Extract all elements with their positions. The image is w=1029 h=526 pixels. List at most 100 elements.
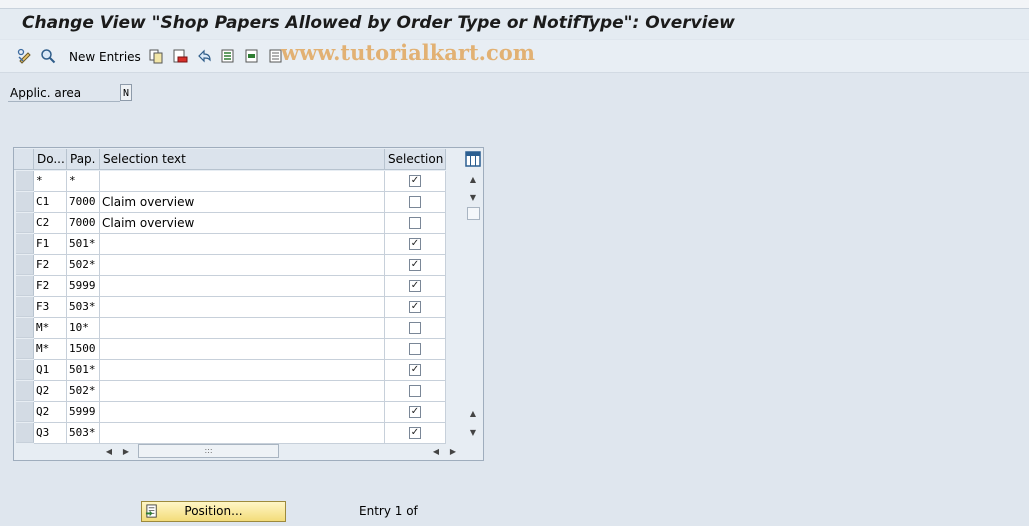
selection-checkbox[interactable]: ✓ (409, 280, 421, 292)
selection-checkbox[interactable] (409, 343, 421, 355)
scroll-left-icon[interactable]: ◀ (102, 444, 116, 458)
row-selector[interactable] (16, 423, 34, 443)
selection-cell: ✓ (385, 276, 446, 297)
selection-checkbox[interactable]: ✓ (409, 175, 421, 187)
scroll-down-icon[interactable]: ▼ (466, 190, 480, 204)
table-row: Q2 502* (14, 381, 446, 402)
doc-type-cell: M* (34, 318, 67, 339)
table-row: F2 5999 ✓ (14, 276, 446, 297)
watermark: www.tutorialkart.com (281, 40, 535, 65)
undo-icon[interactable] (196, 48, 212, 64)
selection-cell: ✓ (385, 234, 446, 255)
edit-display-icon[interactable] (17, 48, 33, 64)
scroll-right-icon[interactable]: ▶ (119, 444, 133, 458)
table-row: Q3 503* ✓ (14, 423, 446, 444)
selection-text-cell (100, 234, 385, 255)
selection-checkbox[interactable]: ✓ (409, 406, 421, 418)
selection-text-cell (100, 381, 385, 402)
selection-text-cell (100, 171, 385, 192)
selection-cell (385, 213, 446, 234)
paper-cell: 1500 (67, 339, 100, 360)
new-entries-button[interactable]: New Entries (69, 50, 141, 64)
row-selector[interactable] (16, 213, 34, 233)
selection-checkbox[interactable] (409, 217, 421, 229)
doc-type-cell: C2 (34, 213, 67, 234)
selection-cell: ✓ (385, 171, 446, 192)
selection-checkbox[interactable] (409, 196, 421, 208)
column-header-selection-text[interactable]: Selection text (100, 149, 385, 170)
row-selector[interactable] (16, 255, 34, 275)
doc-type-cell: F2 (34, 255, 67, 276)
scroll-page-down-icon[interactable]: ▼ (466, 425, 480, 439)
table-settings-icon[interactable] (465, 151, 481, 167)
selection-checkbox[interactable]: ✓ (409, 301, 421, 313)
scroll-left-end-icon[interactable]: ◀ (429, 444, 443, 458)
doc-type-cell: * (34, 171, 67, 192)
row-selector[interactable] (16, 297, 34, 317)
paper-cell: 7000 (67, 192, 100, 213)
scroll-page-up-icon[interactable]: ▲ (466, 406, 480, 420)
row-selector[interactable] (16, 339, 34, 359)
row-selector[interactable] (16, 192, 34, 212)
doc-type-cell: Q3 (34, 423, 67, 444)
selection-cell: ✓ (385, 255, 446, 276)
selection-cell: ✓ (385, 402, 446, 423)
selection-checkbox[interactable]: ✓ (409, 427, 421, 439)
selection-text-cell (100, 297, 385, 318)
applic-area-label: Applic. area (8, 85, 120, 102)
column-header-paper[interactable]: Pap. (67, 149, 100, 170)
doc-type-cell: F2 (34, 276, 67, 297)
table-row: Q1 501* ✓ (14, 360, 446, 381)
table-row: F3 503* ✓ (14, 297, 446, 318)
selection-text-cell (100, 318, 385, 339)
row-selector[interactable] (16, 276, 34, 296)
doc-type-cell: Q2 (34, 402, 67, 423)
horizontal-scroll-thumb[interactable]: ::: (138, 444, 279, 458)
copy-icon[interactable] (148, 48, 164, 64)
scroll-right-end-icon[interactable]: ▶ (446, 444, 460, 458)
select-block-icon[interactable] (244, 48, 260, 64)
paper-cell: * (67, 171, 100, 192)
row-selector[interactable] (16, 360, 34, 380)
selection-checkbox[interactable] (409, 385, 421, 397)
doc-type-cell: F3 (34, 297, 67, 318)
row-selector[interactable] (16, 402, 34, 422)
scroll-thumb[interactable] (467, 207, 480, 220)
select-all-rows-button[interactable] (14, 149, 34, 170)
position-button-label: Position... (184, 504, 243, 518)
selection-checkbox[interactable] (409, 322, 421, 334)
selection-checkbox[interactable]: ✓ (409, 364, 421, 376)
row-selector[interactable] (16, 234, 34, 254)
paper-cell: 7000 (67, 213, 100, 234)
selection-cell: ✓ (385, 360, 446, 381)
table-row: F1 501* ✓ (14, 234, 446, 255)
selection-checkbox[interactable]: ✓ (409, 259, 421, 271)
row-selector[interactable] (16, 171, 34, 191)
position-button[interactable]: Position... (141, 501, 286, 522)
column-header-selection[interactable]: Selection (385, 149, 446, 170)
entry-counter: Entry 1 of (359, 504, 418, 518)
applic-area-field[interactable]: N (120, 84, 132, 101)
selection-cell: ✓ (385, 423, 446, 444)
row-selector[interactable] (16, 318, 34, 338)
delete-icon[interactable] (172, 48, 188, 64)
select-all-icon[interactable] (220, 48, 236, 64)
paper-cell: 10* (67, 318, 100, 339)
selection-text-cell: Claim overview (100, 192, 385, 213)
selection-cell: ✓ (385, 297, 446, 318)
row-selector[interactable] (16, 381, 34, 401)
doc-type-cell: Q2 (34, 381, 67, 402)
scroll-up-icon[interactable]: ▲ (466, 172, 480, 186)
selection-checkbox[interactable]: ✓ (409, 238, 421, 250)
selection-cell (385, 339, 446, 360)
selection-text-cell (100, 339, 385, 360)
selection-text-cell (100, 276, 385, 297)
paper-cell: 501* (67, 360, 100, 381)
table-row: Q2 5999 ✓ (14, 402, 446, 423)
paper-cell: 502* (67, 381, 100, 402)
table-row: F2 502* ✓ (14, 255, 446, 276)
paper-cell: 5999 (67, 276, 100, 297)
details-icon[interactable] (40, 48, 56, 64)
selection-text-cell (100, 402, 385, 423)
column-header-doc-type[interactable]: Do... (34, 149, 67, 170)
